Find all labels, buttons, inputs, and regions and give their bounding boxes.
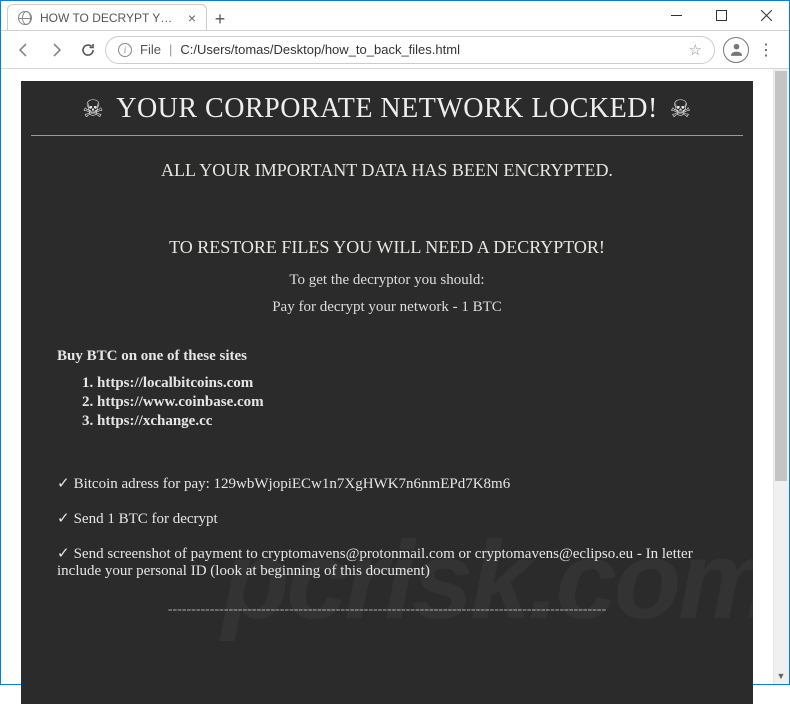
dash-separator: ----------------------------------------… (57, 602, 717, 618)
buy-heading: Buy BTC on one of these sites (57, 348, 717, 365)
instruction-line-2: Pay for decrypt your network - 1 BTC (21, 299, 753, 316)
globe-icon (18, 11, 32, 25)
list-item: https://www.coinbase.com (97, 394, 717, 411)
forward-button[interactable] (41, 35, 71, 65)
skull-icon: ☠ (670, 95, 692, 124)
step: ✓Bitcoin adress for pay: 129wbWjopiECw1n… (57, 474, 717, 493)
reload-button[interactable] (73, 35, 103, 65)
bookmark-icon[interactable]: ☆ (689, 41, 702, 59)
browser-tab[interactable]: HOW TO DECRYPT YOUR FILES × (7, 4, 207, 30)
divider (31, 135, 743, 136)
browser-window: HOW TO DECRYPT YOUR FILES × + (0, 0, 790, 685)
check-icon: ✓ (57, 476, 70, 492)
subtitle: ALL YOUR IMPORTANT DATA HAS BEEN ENCRYPT… (21, 160, 753, 181)
skull-icon: ☠ (82, 95, 104, 124)
scroll-down-icon[interactable]: ▼ (773, 668, 789, 684)
body-block: Buy BTC on one of these sites https://lo… (21, 326, 753, 618)
check-icon: ✓ (57, 546, 70, 562)
new-tab-button[interactable]: + (207, 9, 233, 30)
minimize-button[interactable] (654, 1, 699, 30)
titlebar: HOW TO DECRYPT YOUR FILES × + (1, 1, 789, 31)
url-scheme-label: File (140, 42, 161, 57)
url-path: C:/Users/tomas/Desktop/how_to_back_files… (180, 42, 680, 57)
step: ✓Send screenshot of payment to cryptomav… (57, 544, 717, 580)
app-menu-button[interactable]: ⋮ (751, 40, 781, 60)
check-icon: ✓ (57, 511, 70, 527)
back-button[interactable] (9, 35, 39, 65)
steps-block: ✓Bitcoin adress for pay: 129wbWjopiECw1n… (57, 474, 717, 580)
close-icon[interactable]: × (188, 10, 196, 26)
tab-strip: HOW TO DECRYPT YOUR FILES × + (1, 1, 654, 30)
profile-button[interactable] (723, 37, 749, 63)
viewport: ☠ YOUR CORPORATE NETWORK LOCKED! ☠ ALL Y… (1, 69, 789, 684)
title-text: YOUR CORPORATE NETWORK LOCKED! (116, 93, 658, 125)
address-bar: i File | C:/Users/tomas/Desktop/how_to_b… (1, 31, 789, 69)
instruction-line-1: To get the decryptor you should: (21, 272, 753, 289)
maximize-button[interactable] (699, 1, 744, 30)
site-list: https://localbitcoins.com https://www.co… (97, 375, 717, 430)
restore-heading: TO RESTORE FILES YOU WILL NEED A DECRYPT… (21, 237, 753, 258)
tab-title: HOW TO DECRYPT YOUR FILES (40, 11, 180, 25)
step: ✓Send 1 BTC for decrypt (57, 509, 717, 528)
page-content: ☠ YOUR CORPORATE NETWORK LOCKED! ☠ ALL Y… (21, 81, 753, 704)
window-controls (654, 1, 789, 30)
scrollbar-thumb[interactable] (775, 71, 787, 481)
site-info-icon[interactable]: i (118, 43, 132, 57)
url-input[interactable]: i File | C:/Users/tomas/Desktop/how_to_b… (105, 36, 715, 64)
list-item: https://localbitcoins.com (97, 375, 717, 392)
close-window-button[interactable] (744, 1, 789, 30)
url-separator: | (169, 42, 172, 57)
list-item: https://xchange.cc (97, 413, 717, 430)
scrollbar[interactable]: ▲ ▼ (773, 69, 789, 684)
page-title: ☠ YOUR CORPORATE NETWORK LOCKED! ☠ (21, 81, 753, 135)
